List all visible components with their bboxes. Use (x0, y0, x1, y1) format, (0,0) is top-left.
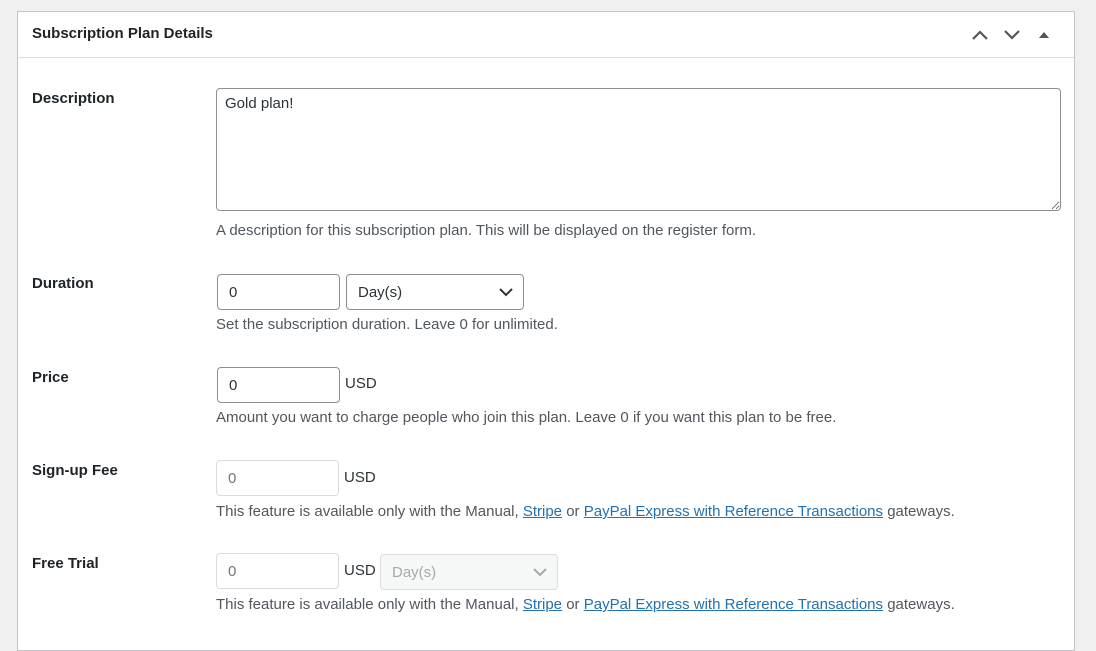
free-trial-help-suffix: gateways. (887, 596, 955, 613)
chevron-down-icon (499, 288, 513, 297)
chevron-down-icon (533, 568, 547, 577)
move-down-button[interactable] (996, 23, 1028, 47)
duration-label: Duration (32, 275, 94, 292)
panel-header: Subscription Plan Details (18, 12, 1074, 58)
duration-unit-select[interactable]: Day(s) (346, 274, 524, 310)
free-trial-help-prefix: This feature is available only with the … (216, 596, 519, 613)
paypal-express-link[interactable]: PayPal Express with Reference Transactio… (584, 503, 883, 520)
signup-fee-help-mid: or (566, 503, 580, 520)
signup-fee-help-suffix: gateways. (887, 503, 955, 520)
chevron-down-icon (1004, 30, 1020, 40)
free-trial-unit-select[interactable]: Day(s) (380, 554, 558, 590)
subscription-plan-details-panel: Subscription Plan Details Description Go… (17, 11, 1075, 651)
description-label: Description (32, 90, 115, 107)
panel-handle-actions (964, 23, 1060, 47)
signup-fee-input[interactable] (216, 460, 339, 496)
panel-title: Subscription Plan Details (32, 25, 213, 42)
price-input[interactable] (217, 367, 340, 403)
description-textarea[interactable]: Gold plan! (216, 88, 1061, 211)
free-trial-unit-value: Day(s) (392, 564, 437, 581)
signup-fee-currency: USD (344, 469, 376, 486)
duration-help-text: Set the subscription duration. Leave 0 f… (216, 316, 558, 333)
signup-fee-help-text: This feature is available only with the … (216, 503, 955, 520)
free-trial-help-text: This feature is available only with the … (216, 596, 955, 613)
free-trial-input[interactable] (216, 553, 339, 589)
description-help-text: A description for this subscription plan… (216, 222, 756, 239)
duration-input[interactable] (217, 274, 340, 310)
stripe-link[interactable]: Stripe (523, 503, 562, 520)
stripe-link[interactable]: Stripe (523, 596, 562, 613)
price-label: Price (32, 369, 69, 386)
paypal-express-link[interactable]: PayPal Express with Reference Transactio… (584, 596, 883, 613)
triangle-up-icon (1039, 32, 1049, 38)
toggle-panel-button[interactable] (1028, 23, 1060, 47)
price-currency: USD (345, 375, 377, 392)
free-trial-currency: USD (344, 562, 376, 579)
price-help-text: Amount you want to charge people who joi… (216, 409, 837, 426)
free-trial-label: Free Trial (32, 555, 99, 572)
duration-unit-value: Day(s) (358, 284, 403, 301)
move-up-button[interactable] (964, 23, 996, 47)
signup-fee-help-prefix: This feature is available only with the … (216, 503, 519, 520)
free-trial-help-mid: or (566, 596, 580, 613)
signup-fee-label: Sign-up Fee (32, 462, 118, 479)
chevron-up-icon (972, 30, 988, 40)
